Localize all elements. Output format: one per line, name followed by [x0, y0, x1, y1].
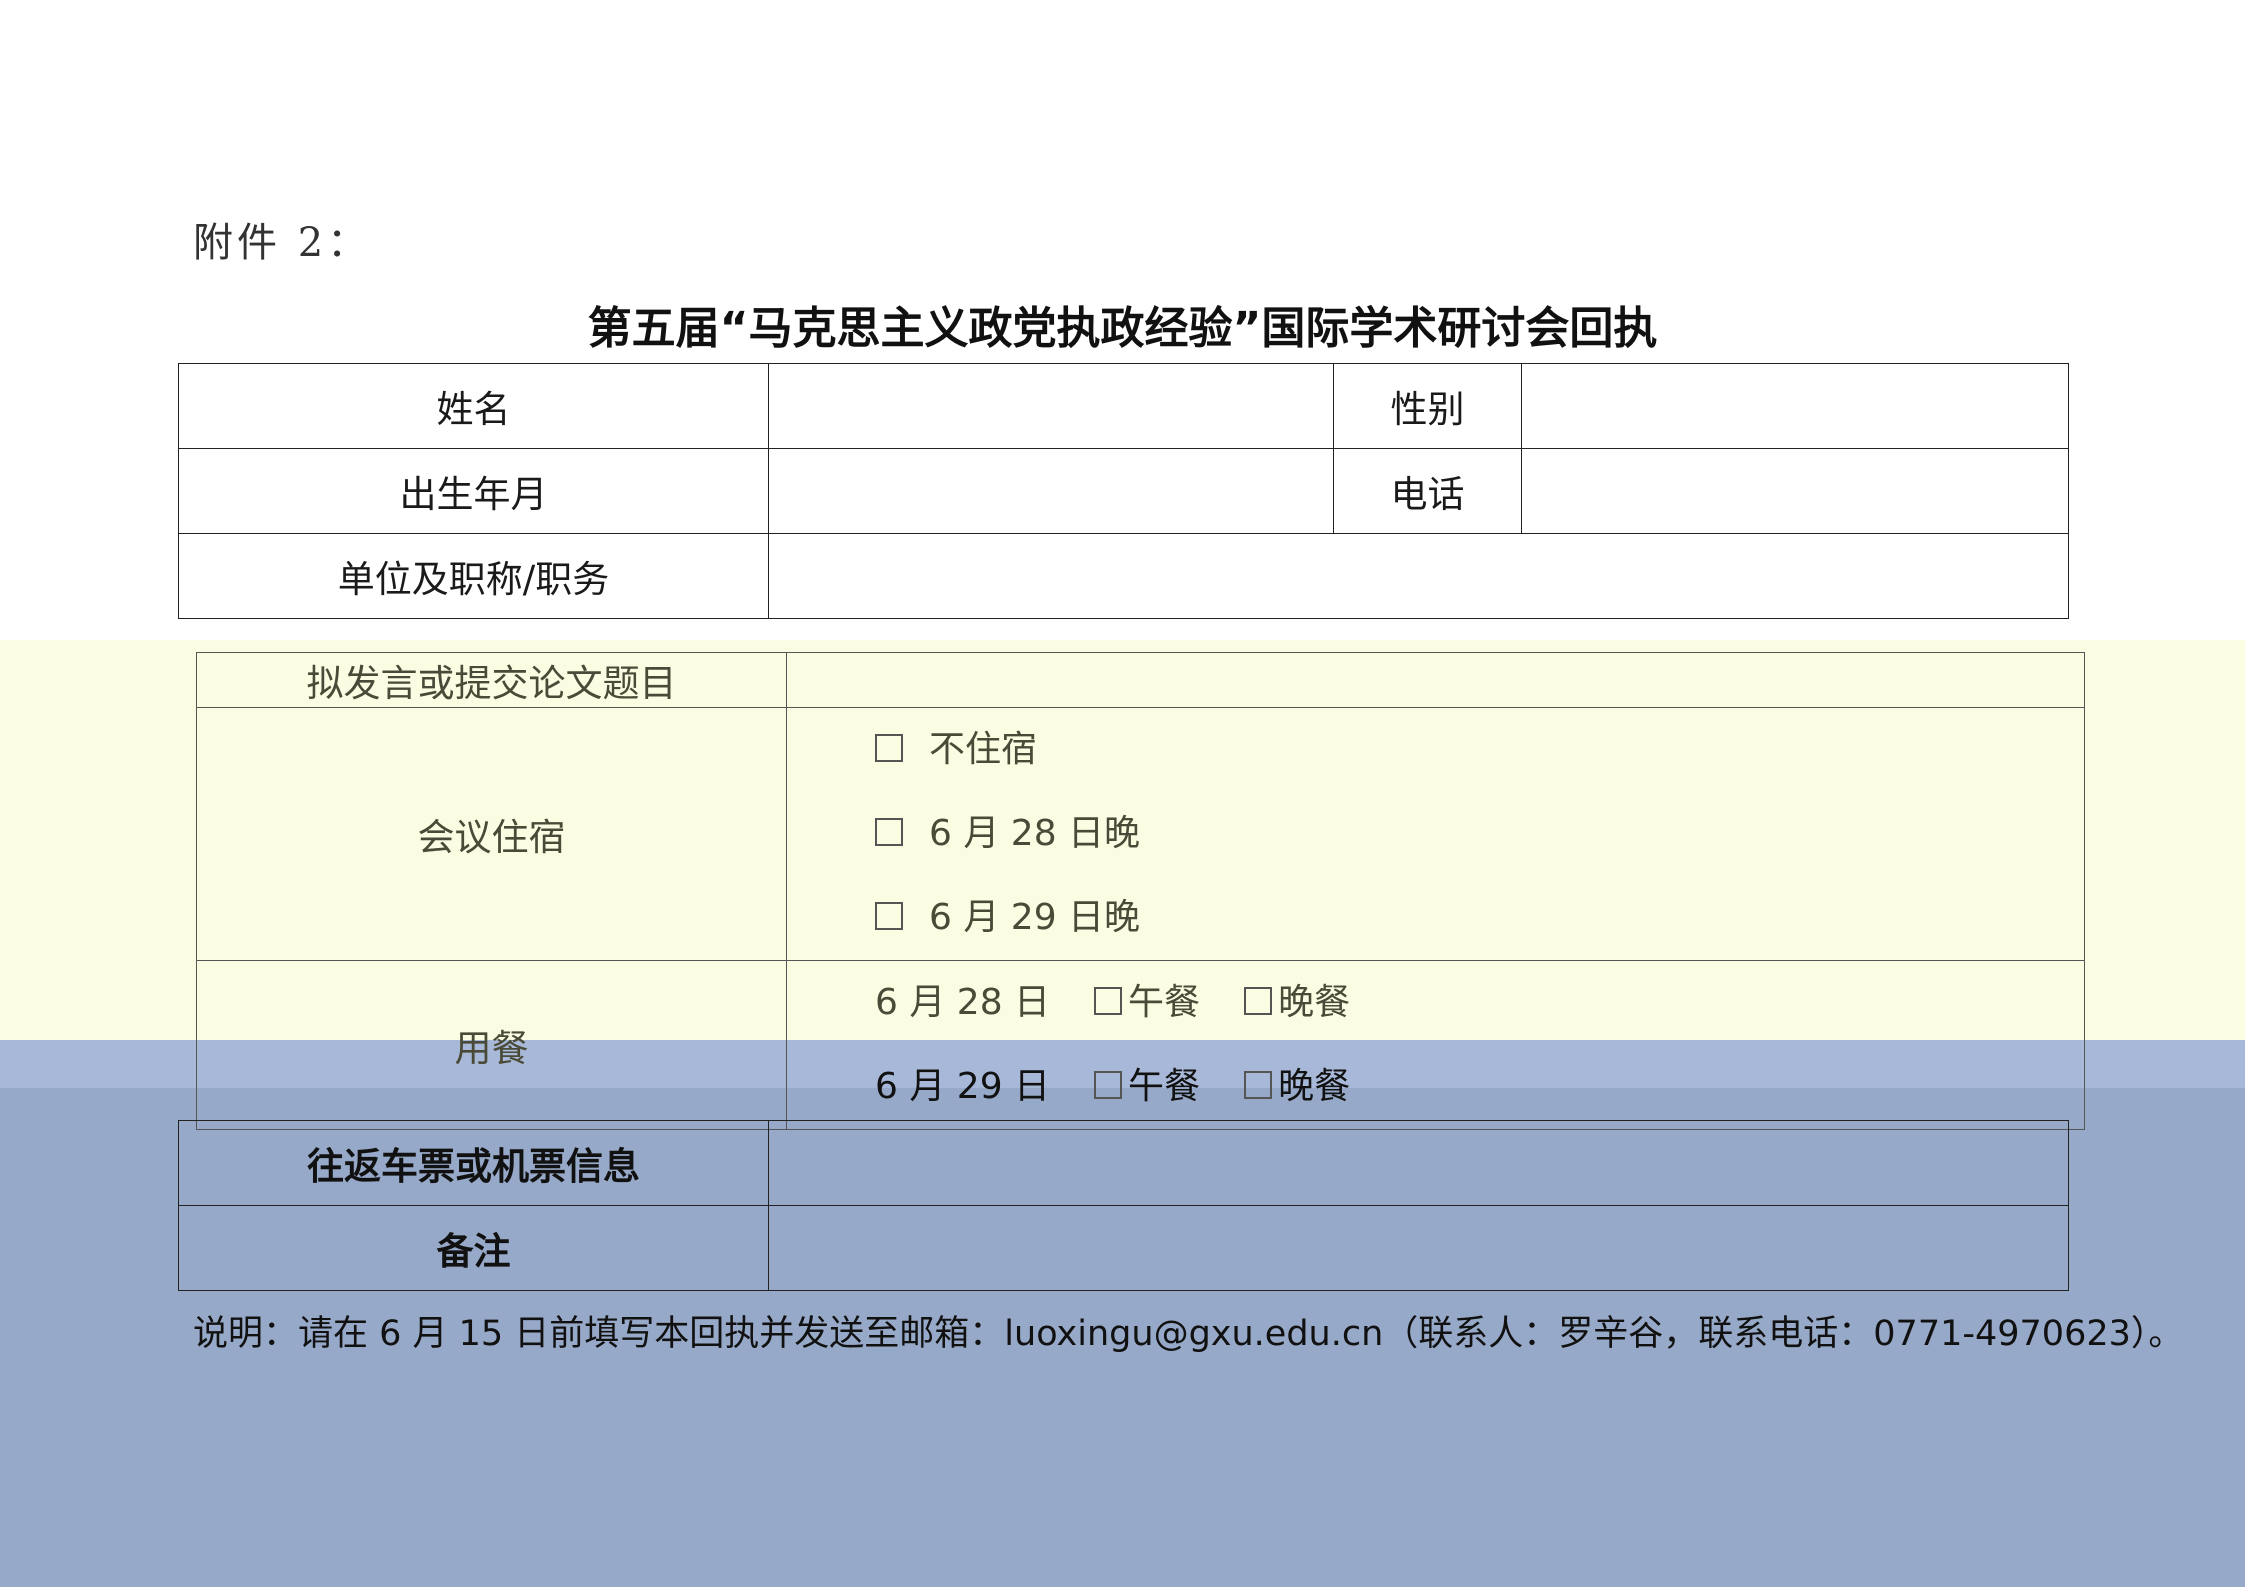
lodging-option[interactable]: 6 月 28 日晚 [875, 792, 2084, 876]
gender-field[interactable] [1521, 363, 2069, 449]
checkbox-icon[interactable] [875, 734, 903, 762]
ticket-field[interactable] [768, 1120, 2069, 1206]
row-unit: 单位及职称/职务 [178, 533, 2069, 619]
checkbox-icon[interactable] [1244, 1071, 1273, 1099]
lodging-option[interactable]: 不住宿 [875, 708, 2084, 792]
meal-label: 用餐 [196, 960, 787, 1130]
row-name: 姓名 性别 [178, 363, 2069, 449]
name-field[interactable] [768, 363, 1334, 449]
phone-field[interactable] [1521, 448, 2069, 534]
unit-label: 单位及职称/职务 [178, 533, 769, 619]
ticket-label: 往返车票或机票信息 [178, 1120, 769, 1206]
unit-field[interactable] [768, 533, 2069, 619]
lodging-options: 不住宿 6 月 28 日晚 6 月 29 日晚 [786, 707, 2085, 961]
checkbox-icon[interactable] [875, 818, 903, 846]
phone-label: 电话 [1333, 448, 1522, 534]
row-ticket: 往返车票或机票信息 [178, 1120, 2069, 1206]
lodging-label: 会议住宿 [196, 707, 787, 961]
topic-label: 拟发言或提交论文题目 [196, 652, 787, 708]
birth-label: 出生年月 [178, 448, 769, 534]
row-topic: 拟发言或提交论文题目 [196, 652, 2085, 708]
row-remark: 备注 [178, 1205, 2069, 1291]
checkbox-icon[interactable] [1094, 987, 1123, 1015]
remark-label: 备注 [178, 1205, 769, 1291]
name-label: 姓名 [178, 363, 769, 449]
lodging-option[interactable]: 6 月 29 日晚 [875, 876, 2084, 960]
gender-label: 性别 [1333, 363, 1522, 449]
attachment-label: 附件 2： [193, 220, 372, 266]
checkbox-icon[interactable] [1244, 987, 1273, 1015]
instruction-note: 说明：请在 6 月 15 日前填写本回执并发送至邮箱：luoxingu@gxu.… [193, 1314, 2184, 1354]
form-table-middle: 拟发言或提交论文题目 会议住宿 不住宿 6 月 28 日晚 6 月 29 日晚 … [196, 652, 2085, 1130]
remark-field[interactable] [768, 1205, 2069, 1291]
page-title: 第五届“马克思主义政党执政经验”国际学术研讨会回执 [587, 303, 1658, 354]
row-birth: 出生年月 电话 [178, 448, 2069, 534]
form-table-bottom: 往返车票或机票信息 备注 [178, 1120, 2069, 1291]
form-table-top: 姓名 性别 出生年月 电话 单位及职称/职务 [178, 363, 2069, 619]
meal-option-row: 6 月 28 日午餐 晚餐 [875, 982, 1351, 1023]
checkbox-icon[interactable] [875, 902, 903, 930]
topic-field[interactable] [786, 652, 2085, 708]
row-lodging: 会议住宿 不住宿 6 月 28 日晚 6 月 29 日晚 [196, 707, 2085, 961]
meal-option-row: 6 月 29 日午餐 晚餐 [875, 1066, 1351, 1107]
meal-options: 6 月 28 日午餐 晚餐 6 月 29 日午餐 晚餐 [786, 960, 2085, 1130]
checkbox-icon[interactable] [1094, 1071, 1123, 1099]
birth-field[interactable] [768, 448, 1334, 534]
row-meal: 用餐 6 月 28 日午餐 晚餐 6 月 29 日午餐 晚餐 [196, 960, 2085, 1130]
